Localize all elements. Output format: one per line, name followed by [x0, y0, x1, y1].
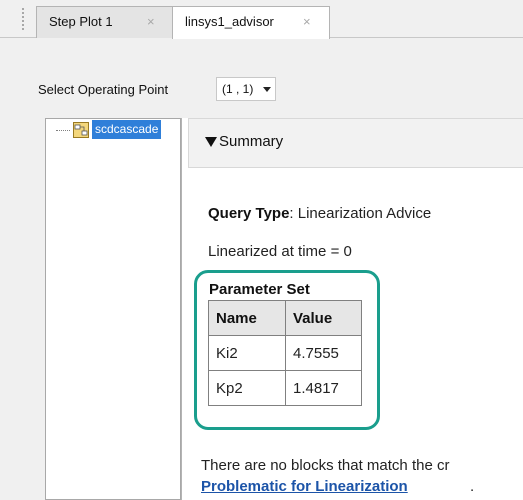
tree-item-scdcascade[interactable]: scdcascade — [92, 120, 162, 139]
parameter-table: Name Value Ki2 4.7555 Kp2 1.4817 — [208, 300, 362, 406]
close-icon[interactable]: × — [303, 7, 311, 37]
tab-linsys1-advisor[interactable]: linsys1_advisor × — [172, 6, 330, 39]
tab-label: Step Plot 1 — [49, 14, 113, 29]
operating-point-label: Select Operating Point — [38, 82, 169, 97]
simulink-model-icon — [73, 122, 89, 138]
query-type-label: Query Type — [208, 205, 290, 222]
query-type-line: Query Type: Linearization Advice — [208, 205, 431, 222]
drag-grip-icon[interactable] — [22, 8, 28, 30]
table-row: Ki2 4.7555 — [208, 335, 362, 371]
column-header-value: Value — [285, 300, 362, 336]
linearized-time-text: Linearized at time = 0 — [208, 243, 352, 260]
parameter-name-cell: Kp2 — [208, 370, 286, 406]
tree-connector — [56, 130, 70, 131]
parameter-value-cell: 4.7555 — [285, 335, 362, 371]
link-suffix: . — [470, 478, 475, 495]
parameter-name-cell: Ki2 — [208, 335, 286, 371]
parameter-set-title: Parameter Set — [209, 281, 310, 298]
table-row: Kp2 1.4817 — [208, 370, 362, 406]
chevron-down-icon — [263, 87, 271, 92]
close-icon[interactable]: × — [147, 7, 155, 37]
parameter-value-cell: 1.4817 — [285, 370, 362, 406]
column-header-name: Name — [208, 300, 286, 336]
dropdown-value: (1 , 1) — [222, 82, 254, 96]
query-type-value: : Linearization Advice — [289, 205, 432, 222]
summary-title: Summary — [219, 133, 284, 150]
model-tree-pane — [45, 118, 181, 500]
table-header-row: Name Value — [208, 300, 362, 336]
collapse-triangle-icon[interactable] — [205, 137, 217, 147]
tab-step-plot-1[interactable]: Step Plot 1 × — [36, 6, 174, 38]
no-blocks-text: There are no blocks that match the cr — [201, 457, 450, 474]
problematic-linearization-link[interactable]: Problematic for Linearization — [201, 478, 408, 495]
tab-label: linsys1_advisor — [185, 14, 274, 29]
operating-point-dropdown[interactable]: (1 , 1) — [216, 77, 276, 101]
